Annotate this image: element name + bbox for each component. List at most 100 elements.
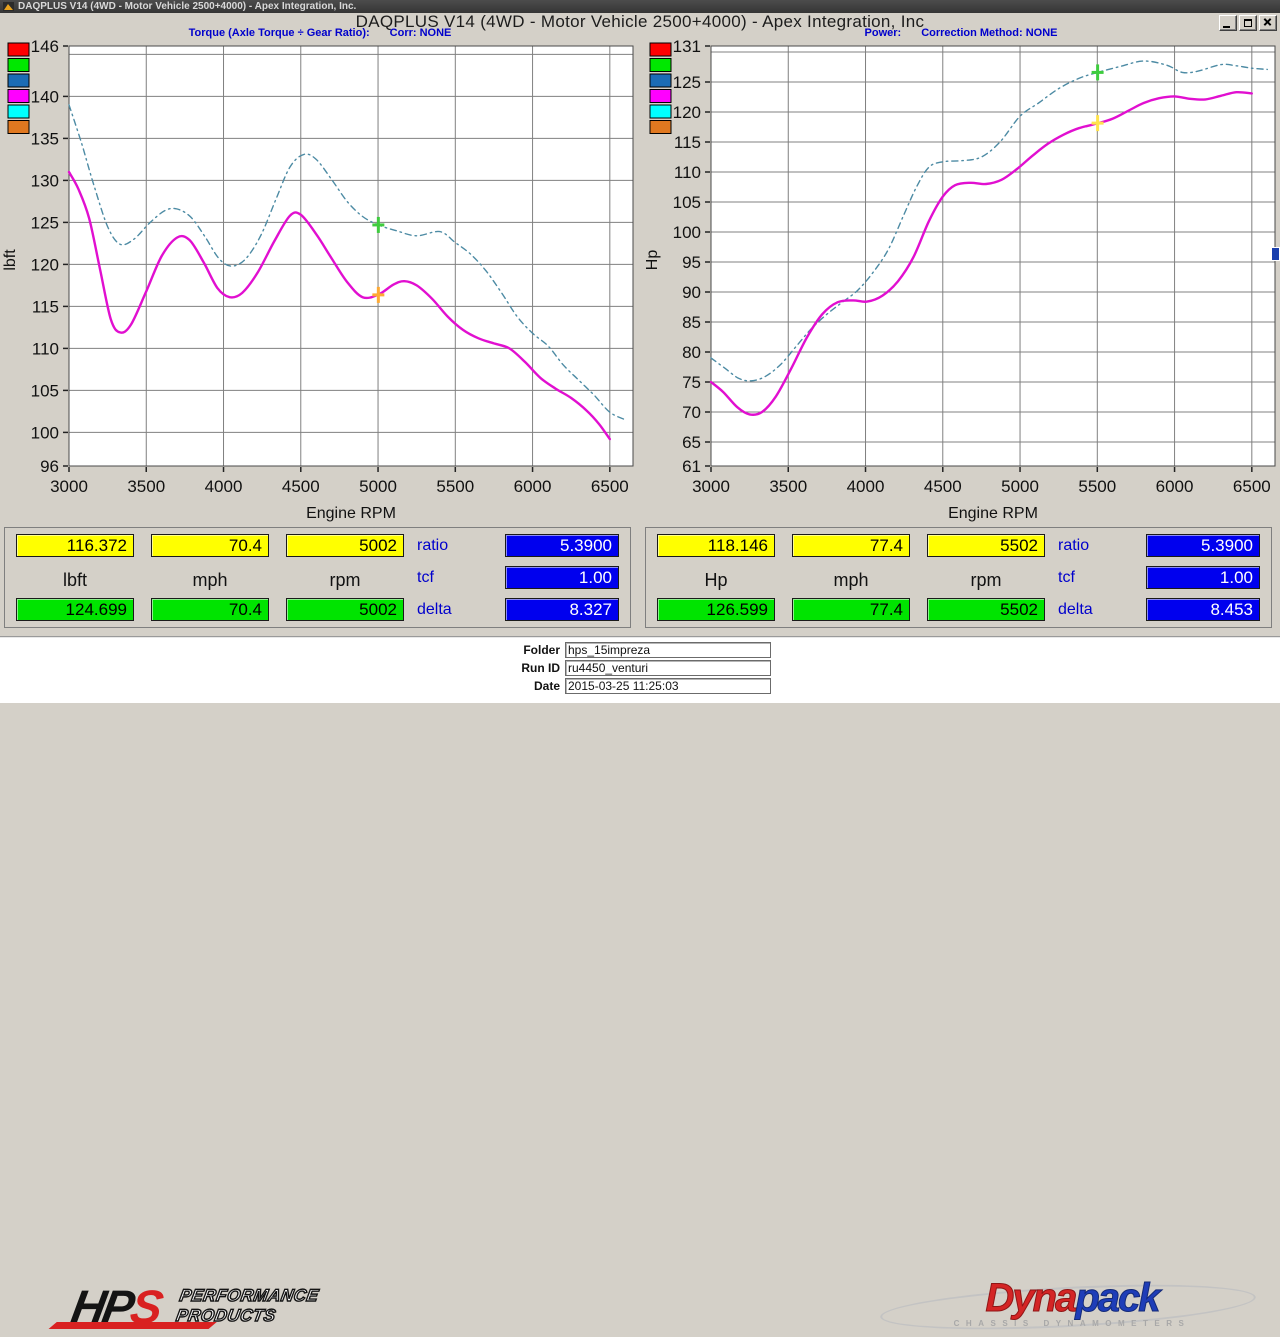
svg-text:3500: 3500	[127, 477, 165, 496]
svg-text:3500: 3500	[769, 477, 807, 496]
tcf-label: tcf	[417, 569, 434, 587]
svg-text:6000: 6000	[514, 477, 552, 496]
svg-text:Engine RPM: Engine RPM	[948, 505, 1038, 522]
rpm-current-value: 5002	[286, 534, 404, 557]
svg-text:130: 130	[31, 171, 59, 190]
run-id-field[interactable]: ru4450_venturi	[565, 660, 771, 676]
app-icon	[3, 2, 14, 11]
svg-text:lbft: lbft	[2, 249, 19, 271]
delta-value: 8.453	[1146, 598, 1260, 621]
speed-current-value: 70.4	[151, 534, 269, 557]
speed-reference-value: 70.4	[151, 598, 269, 621]
svg-text:5000: 5000	[359, 477, 397, 496]
svg-text:65: 65	[682, 433, 701, 452]
torque-chart-header: Torque (Axle Torque ÷ Gear Ratio): Corr:…	[0, 27, 640, 39]
tcf-value: 1.00	[1146, 566, 1260, 589]
run-id-row: Run ID ru4450_venturi	[468, 660, 771, 676]
power-current-value: 118.146	[657, 534, 775, 557]
svg-text:110: 110	[32, 339, 59, 358]
dynapack-logo-text: Dynapack	[872, 1273, 1272, 1323]
torque-reference-value: 124.699	[16, 598, 134, 621]
ratio-value: 5.3900	[1146, 534, 1260, 557]
dynapack-tagline: CHASSIS DYNAMOMETERS	[872, 1319, 1272, 1328]
svg-text:Engine RPM: Engine RPM	[306, 505, 396, 522]
svg-text:5000: 5000	[1001, 477, 1039, 496]
tcf-label: tcf	[1058, 569, 1075, 587]
speed-unit-label: mph	[151, 570, 269, 591]
torque-chart-title: Torque (Axle Torque ÷ Gear Ratio):	[189, 27, 370, 39]
svg-text:75: 75	[682, 373, 701, 392]
svg-text:120: 120	[673, 103, 701, 122]
svg-text:96: 96	[40, 457, 59, 476]
ratio-value: 5.3900	[505, 534, 619, 557]
svg-text:4000: 4000	[847, 477, 885, 496]
folder-row: Folder hps_15impreza	[468, 642, 771, 658]
speed-current-value: 77.4	[792, 534, 910, 557]
svg-text:110: 110	[674, 163, 701, 182]
svg-text:131: 131	[673, 40, 701, 56]
run-id-label: Run ID	[468, 661, 565, 675]
power-chart[interactable]: 1311251201151101051009590858075706561300…	[643, 40, 1280, 528]
power-chart-title: Power:	[865, 27, 902, 39]
svg-text:105: 105	[673, 193, 701, 212]
speed-reference-value: 77.4	[792, 598, 910, 621]
rpm-current-value: 5502	[927, 534, 1045, 557]
svg-text:146: 146	[31, 40, 59, 56]
rpm-reference-value: 5502	[927, 598, 1045, 621]
hps-logo: HPS PERFORMANCE PRODUCTS	[72, 1278, 442, 1334]
torque-readout-panel: 116.372 70.4 5002 lbft mph rpm 124.699 7…	[4, 527, 631, 628]
svg-text:4500: 4500	[282, 477, 320, 496]
svg-text:4000: 4000	[205, 477, 243, 496]
svg-text:120: 120	[31, 255, 59, 274]
date-field[interactable]: 2015-03-25 11:25:03	[565, 678, 771, 694]
folder-field[interactable]: hps_15impreza	[565, 642, 771, 658]
svg-text:4500: 4500	[924, 477, 962, 496]
svg-text:95: 95	[682, 253, 701, 272]
svg-text:125: 125	[673, 73, 701, 92]
folder-label: Folder	[468, 643, 565, 657]
svg-text:Hp: Hp	[644, 250, 661, 271]
svg-text:85: 85	[682, 313, 701, 332]
hps-logo-mark: HPS	[68, 1283, 164, 1330]
svg-text:100: 100	[673, 223, 701, 242]
svg-text:80: 80	[682, 343, 701, 362]
date-label: Date	[468, 679, 565, 693]
svg-text:61: 61	[682, 457, 701, 476]
svg-text:3000: 3000	[692, 477, 730, 496]
delta-label: delta	[417, 601, 452, 619]
power-correction-status: Correction Method: NONE	[921, 27, 1057, 39]
power-reference-value: 126.599	[657, 598, 775, 621]
svg-text:140: 140	[31, 87, 59, 106]
svg-text:135: 135	[31, 129, 59, 148]
svg-text:6000: 6000	[1156, 477, 1194, 496]
power-unit-label: Hp	[657, 570, 775, 591]
power-readout-panel: 118.146 77.4 5502 Hp mph rpm 126.599 77.…	[645, 527, 1272, 628]
svg-text:100: 100	[31, 423, 59, 442]
svg-text:115: 115	[674, 133, 701, 152]
svg-text:5500: 5500	[1078, 477, 1116, 496]
torque-chart[interactable]: 1461401351301251201151101051009630003500…	[1, 40, 639, 528]
rpm-reference-value: 5002	[286, 598, 404, 621]
ratio-label: ratio	[417, 537, 448, 555]
power-chart-header: Power: Correction Method: NONE	[642, 27, 1280, 39]
svg-text:5500: 5500	[436, 477, 474, 496]
svg-text:105: 105	[31, 381, 59, 400]
hps-logo-text: PERFORMANCE PRODUCTS	[174, 1286, 320, 1326]
svg-text:115: 115	[32, 297, 59, 316]
ratio-label: ratio	[1058, 537, 1089, 555]
svg-text:6500: 6500	[1233, 477, 1271, 496]
tcf-value: 1.00	[505, 566, 619, 589]
delta-label: delta	[1058, 601, 1093, 619]
svg-text:70: 70	[682, 403, 701, 422]
torque-current-value: 116.372	[16, 534, 134, 557]
torque-unit-label: lbft	[16, 570, 134, 591]
svg-text:125: 125	[31, 213, 59, 232]
side-scroll-nub[interactable]	[1271, 247, 1280, 261]
svg-text:6500: 6500	[591, 477, 629, 496]
delta-value: 8.327	[505, 598, 619, 621]
rpm-unit-label: rpm	[927, 570, 1045, 591]
dynapack-logo: Dynapack CHASSIS DYNAMOMETERS	[872, 1276, 1272, 1334]
torque-correction-status: Corr: NONE	[390, 27, 452, 39]
window-title: DAQPLUS V14 (4WD - Motor Vehicle 2500+40…	[18, 1, 356, 12]
run-info-fields: Folder hps_15impreza Run ID ru4450_ventu…	[468, 642, 771, 696]
